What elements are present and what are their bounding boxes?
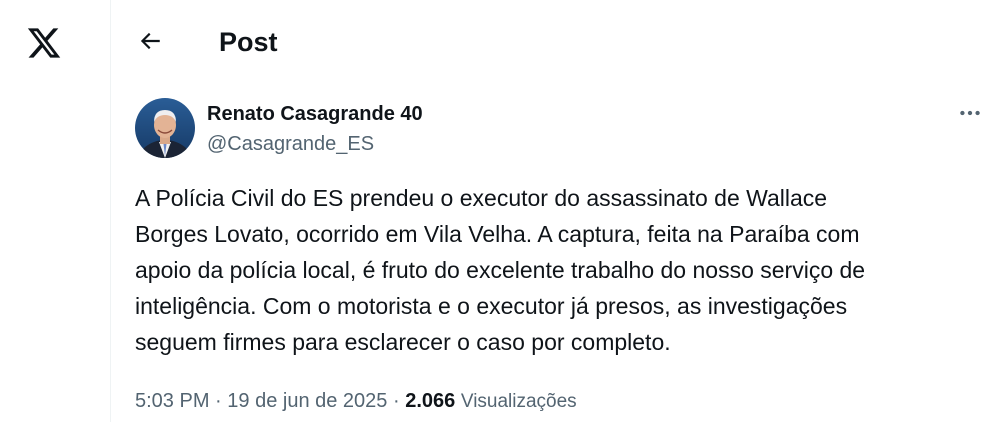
arrow-left-icon	[140, 32, 160, 50]
post-text: A Polícia Civil do ES prendeu o executor…	[135, 180, 985, 360]
post-text-line: seguem firmes para esclarecer o caso por…	[135, 329, 671, 355]
views-count: 2.066	[405, 390, 456, 412]
page-title: Post	[219, 27, 278, 57]
post-date: 19 de jun de 2025	[227, 390, 388, 412]
author-name[interactable]: Renato Casagrande 40	[207, 101, 423, 127]
page-header: Post	[111, 0, 1004, 82]
author-handle[interactable]: @Casagrande_ES	[207, 131, 374, 157]
post-text-line: A Polícia Civil do ES prendeu o executor…	[135, 185, 828, 211]
x-logo-icon[interactable]	[21, 20, 67, 66]
left-nav-rail	[0, 0, 111, 422]
main-column: Post Renato Casagrande 40 @Casagrande_ES	[111, 0, 1004, 422]
back-button[interactable]	[133, 24, 167, 58]
avatar[interactable]	[135, 98, 195, 158]
post-metadata: 5:03 PM · 19 de jun de 2025 · 2.066 Visu…	[135, 387, 577, 416]
post-text-line: apoio da polícia local, é fruto do excel…	[135, 257, 866, 283]
views-label: Visualizações	[460, 391, 577, 412]
post-time[interactable]: 5:03 PM · 19 de jun de 2025	[135, 390, 387, 412]
meta-separator: ·	[215, 390, 222, 412]
post-time-value: 5:03 PM	[135, 390, 210, 412]
ellipsis-icon	[960, 110, 980, 116]
meta-separator: ·	[393, 390, 400, 412]
post-text-line: Borges Lovato, ocorrido em Vila Velha. A…	[135, 221, 860, 247]
post-text-line: inteligência. Com o motorista e o execut…	[135, 293, 848, 319]
more-options-button[interactable]	[953, 98, 987, 128]
